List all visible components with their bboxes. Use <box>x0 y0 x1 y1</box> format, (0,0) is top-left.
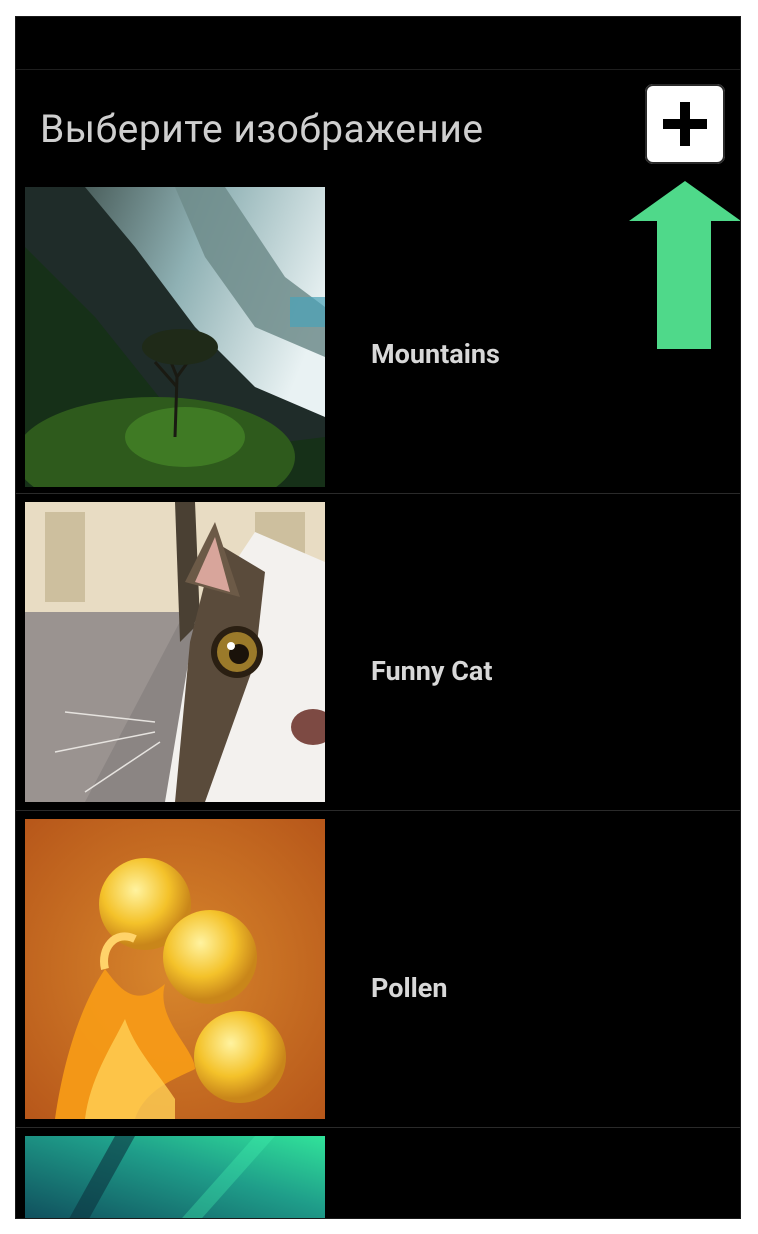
list-item-funny-cat[interactable]: Funny Cat <box>16 494 740 811</box>
pollen-thumbnail <box>25 819 325 1119</box>
image-label: Mountains <box>371 338 500 370</box>
status-bar <box>16 17 740 70</box>
aurora-thumbnail <box>25 1136 325 1218</box>
mountains-thumbnail <box>25 187 325 487</box>
image-label: Funny Cat <box>371 655 493 687</box>
phone-screen: Выберите изображение Mountains Funny Cat… <box>15 16 741 1219</box>
page-title: Выберите изображение <box>40 106 484 152</box>
plus-icon <box>663 102 707 146</box>
list-item-partial[interactable] <box>16 1128 740 1218</box>
funny-cat-thumbnail <box>25 502 325 802</box>
list-item-pollen[interactable]: Pollen <box>16 811 740 1128</box>
add-image-button[interactable] <box>645 84 725 164</box>
list-item-mountains[interactable]: Mountains <box>16 183 740 494</box>
image-label: Pollen <box>371 972 448 1004</box>
app-header: Выберите изображение <box>16 70 740 183</box>
